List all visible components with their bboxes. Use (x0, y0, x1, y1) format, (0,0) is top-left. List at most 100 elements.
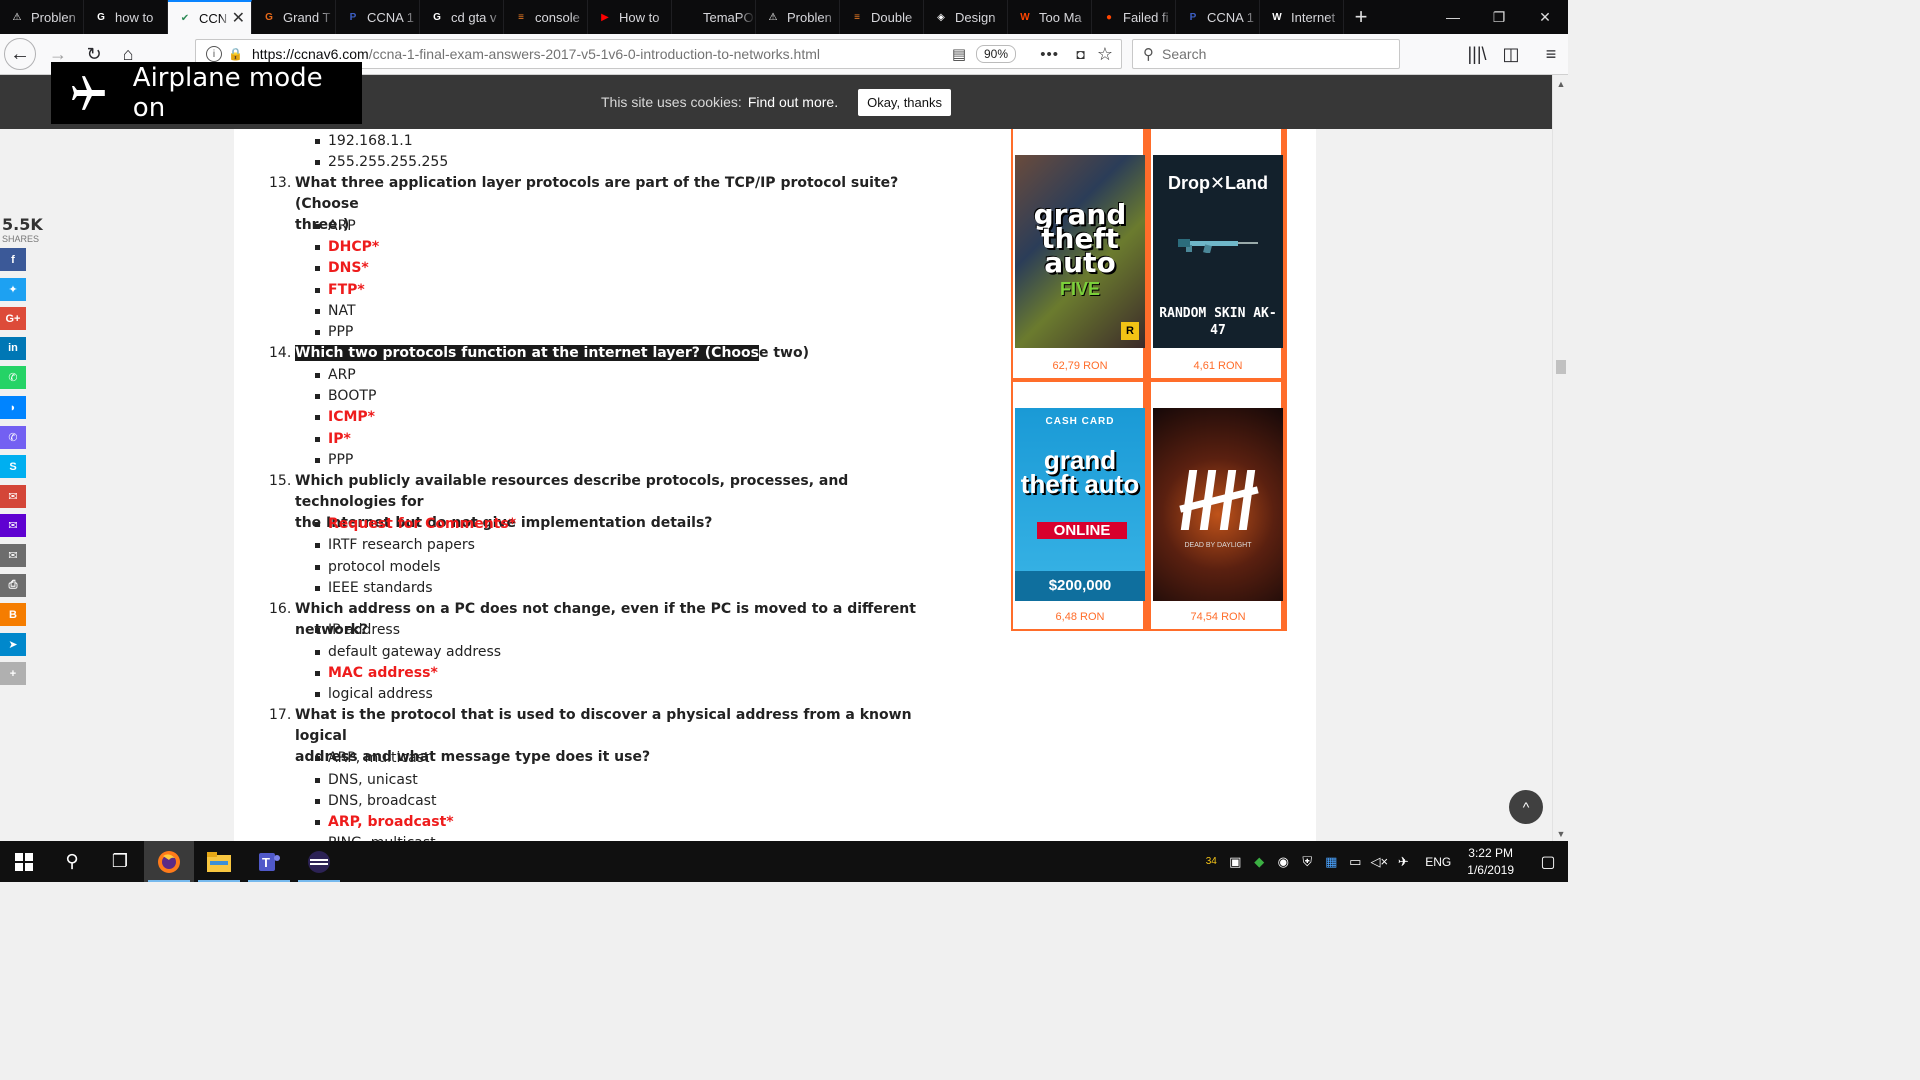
gta-v-cover-image[interactable]: grand theft auto FIVE R (1015, 155, 1145, 348)
browser-tab[interactable]: W Internet (1260, 0, 1344, 34)
answer-text: 255.255.255.255 (328, 153, 449, 170)
firefox-taskbar-button[interactable] (144, 841, 194, 882)
tab-label: console (535, 9, 580, 25)
minimize-button[interactable]: — (1430, 0, 1476, 34)
more-share-icon[interactable]: + (0, 662, 26, 686)
product-price[interactable]: 62,79 RON (1013, 360, 1147, 372)
obs-tray-icon[interactable]: ◉ (1271, 854, 1295, 870)
correct-answer: DHCP* (315, 237, 379, 258)
restore-button[interactable]: ❐ (1476, 0, 1522, 34)
bullet-icon (315, 330, 320, 336)
product-price[interactable]: 74,54 RON (1151, 611, 1285, 623)
browser-tab[interactable]: ⚠ Problen (0, 0, 84, 34)
product-card[interactable]: DEAD BY DAYLIGHT 74,54 RON (1151, 382, 1283, 629)
cookie-find-out-more-link[interactable]: Find out more. (748, 94, 838, 110)
messenger-share-icon[interactable]: ◗ (0, 396, 26, 419)
product-card[interactable]: grand theft auto FIVE R 62,79 RON (1013, 129, 1145, 378)
input-language[interactable]: ENG (1425, 855, 1451, 869)
browser-tab[interactable]: ● Failed fi (1092, 0, 1176, 34)
browser-tab[interactable]: ≡ Double (840, 0, 924, 34)
eclipse-taskbar-button[interactable] (294, 841, 344, 882)
scroll-up-arrow-icon[interactable]: ▲ (1553, 79, 1568, 89)
teams-taskbar-button[interactable]: T (244, 841, 294, 882)
back-button[interactable]: ← (4, 38, 36, 70)
search-input[interactable]: ⚲ Search (1132, 39, 1400, 69)
viber-share-icon[interactable]: ✆ (0, 425, 26, 449)
close-window-button[interactable]: ✕ (1522, 0, 1568, 34)
search-taskbar-button[interactable]: ⚲ (48, 841, 96, 882)
task-view-button[interactable]: ❐ (96, 841, 144, 882)
scrollbar-thumb[interactable] (1556, 360, 1566, 374)
twitter-share-icon[interactable]: ✦ (0, 277, 26, 301)
airplane-mode-tray-icon[interactable]: ✈ (1391, 854, 1415, 870)
volume-muted-icon[interactable]: ◁× (1367, 854, 1391, 870)
browser-tab[interactable]: Ghow to (84, 0, 168, 34)
defender-tray-icon[interactable]: ⛨ (1295, 854, 1319, 870)
site-info-icon[interactable]: i (206, 46, 222, 62)
pocket-icon[interactable]: ◘ (1077, 46, 1085, 62)
screen: ⚠ Problen Ghow to ✔ CCN ✕ G Grand T P CCNA 1 Gcd g… (0, 0, 1568, 882)
browser-tab[interactable]: Gcd gta v (420, 0, 504, 34)
google-plus-share-icon[interactable]: G+ (0, 307, 26, 331)
action-center-icon[interactable]: ▢ (1528, 852, 1568, 872)
sidebar-toggle-icon[interactable]: ◫ (1494, 38, 1528, 70)
tray-badge-count[interactable]: 34 (1199, 856, 1223, 867)
linkedin-share-icon[interactable]: in (0, 336, 26, 360)
browser-tab[interactable]: ✔ CCN ✕ (168, 0, 252, 34)
dead-by-daylight-image[interactable]: DEAD BY DAYLIGHT (1153, 408, 1283, 601)
page-scrollbar[interactable]: ▲ ▼ (1552, 75, 1568, 841)
scroll-to-top-button[interactable]: ^ (1509, 790, 1543, 824)
clock[interactable]: 3:22 PM 1/6/2019 (1467, 845, 1514, 879)
whatsapp-share-icon[interactable]: ✆ (0, 366, 26, 390)
battery-icon[interactable]: ▭ (1343, 854, 1367, 870)
product-price[interactable]: 4,61 RON (1151, 360, 1285, 372)
browser-tab-bar: ⚠ Problen Ghow to ✔ CCN ✕ G Grand T P CCNA 1 Gcd g… (0, 0, 1568, 34)
telegram-share-icon[interactable]: ➤ (0, 632, 26, 656)
yahoo-mail-share-icon[interactable]: ✉ (0, 514, 26, 538)
page-actions-icon[interactable]: ••• (1040, 46, 1059, 63)
zoom-level-badge[interactable]: 90% (975, 45, 1016, 63)
start-button[interactable] (0, 841, 48, 882)
hamburger-menu-icon[interactable]: ≡ (1534, 38, 1568, 70)
browser-tab[interactable]: ▶ How to (588, 0, 672, 34)
skype-share-icon[interactable]: S (0, 455, 26, 479)
google-icon: G (97, 11, 105, 23)
tab-label: CCNA 1 (367, 9, 414, 25)
blogger-share-icon[interactable]: B (0, 603, 26, 627)
browser-tab[interactable]: TemaPOO_2 (672, 0, 756, 34)
dropland-ak47-image[interactable]: Drop✕Land RANDOM SKIN AK-47 (1153, 155, 1283, 348)
new-tab-button[interactable]: + (1344, 0, 1378, 34)
close-tab-icon[interactable]: ✕ (232, 8, 245, 28)
browser-tab[interactable]: P CCNA 1 (336, 0, 420, 34)
library-icon[interactable]: |||\ (1460, 38, 1494, 70)
nvidia-tray-icon[interactable]: ◆ (1247, 854, 1271, 870)
email-share-icon[interactable]: ✉ (0, 544, 26, 567)
browser-tab[interactable]: W Too Ma (1008, 0, 1092, 34)
scroll-down-arrow-icon[interactable]: ▼ (1553, 829, 1568, 839)
browser-tab[interactable]: ≡ console (504, 0, 588, 34)
bookmark-star-icon[interactable]: ☆ (1097, 44, 1113, 65)
question-line: What three application layer protocols a… (295, 174, 899, 212)
reader-view-icon[interactable]: ▤ (952, 45, 966, 63)
app-tray-icon[interactable]: ▦ (1319, 854, 1343, 870)
answer-option: ARP (315, 215, 356, 236)
bullet-icon (315, 521, 320, 527)
cookie-ok-button[interactable]: Okay, thanks (858, 88, 951, 116)
browser-tab[interactable]: P CCNA 1 (1176, 0, 1260, 34)
file-explorer-taskbar-button[interactable] (194, 841, 244, 882)
product-card[interactable]: Drop✕Land RANDOM SKIN AK-47 4,61 RON (1151, 129, 1283, 378)
browser-tab[interactable]: ◈ Design (924, 0, 1008, 34)
facebook-share-icon[interactable]: f (0, 248, 26, 271)
teams-tray-icon[interactable]: ▣ (1223, 854, 1247, 870)
browser-tab[interactable]: G Grand T (252, 0, 336, 34)
browser-tab[interactable]: ⚠ Problen (756, 0, 840, 34)
answer-option: default gateway address (315, 641, 501, 662)
product-card[interactable]: CASH CARD grand theft auto ONLINE $200,0… (1013, 382, 1145, 629)
wikipedia-icon: W (1272, 11, 1282, 23)
gmail-share-icon[interactable]: ✉ (0, 484, 26, 508)
product-price[interactable]: 6,48 RON (1013, 611, 1147, 623)
gta-online-cash-card-image[interactable]: CASH CARD grand theft auto ONLINE $200,0… (1015, 408, 1145, 601)
print-share-icon[interactable]: ⎙ (0, 573, 26, 597)
tab-label: Too Ma (1039, 9, 1082, 25)
selected-text: Which two protocols function at the inte… (295, 345, 759, 361)
